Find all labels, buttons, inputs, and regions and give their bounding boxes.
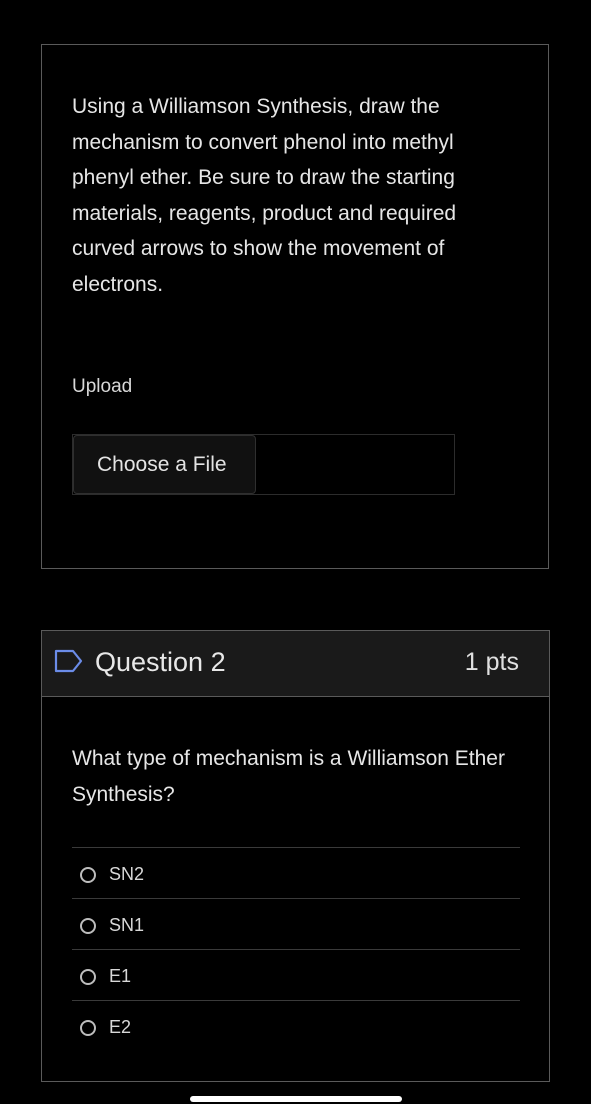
home-indicator[interactable] (190, 1096, 402, 1102)
answer-label: SN2 (109, 864, 145, 884)
answer-label: SN1 (109, 915, 145, 935)
choose-file-button[interactable]: Choose a File (73, 435, 256, 494)
answer-list: SN2 SN1 E1 E2 (72, 847, 520, 1051)
answer-option-sn2[interactable]: SN2 (72, 847, 520, 898)
radio-button[interactable] (80, 918, 96, 934)
answer-option-e2[interactable]: E2 (72, 1000, 520, 1051)
radio-button[interactable] (80, 867, 96, 883)
radio-button[interactable] (80, 969, 96, 985)
flag-outline-icon[interactable] (54, 649, 84, 673)
upload-label: Upload (72, 376, 133, 397)
question-1-card: Using a Williamson Synthesis, draw the m… (41, 44, 549, 569)
question-2-card: Question 2 1 pts What type of mechanism … (41, 630, 550, 1082)
answer-label: E1 (109, 966, 132, 986)
question-1-text: Using a Williamson Synthesis, draw the m… (72, 95, 457, 296)
file-upload-field[interactable]: Choose a File (72, 434, 455, 495)
question-2-points: 1 pts (464, 648, 519, 676)
question-2-text: What type of mechanism is a Williamson E… (72, 747, 505, 806)
quiz-page: Using a Williamson Synthesis, draw the m… (0, 0, 591, 1104)
answer-label: E2 (109, 1017, 132, 1037)
question-2-header: Question 2 1 pts (42, 631, 549, 697)
question-2-title: Question 2 (95, 647, 226, 677)
answer-option-e1[interactable]: E1 (72, 949, 520, 1000)
answer-option-sn1[interactable]: SN1 (72, 898, 520, 949)
radio-button[interactable] (80, 1020, 96, 1036)
